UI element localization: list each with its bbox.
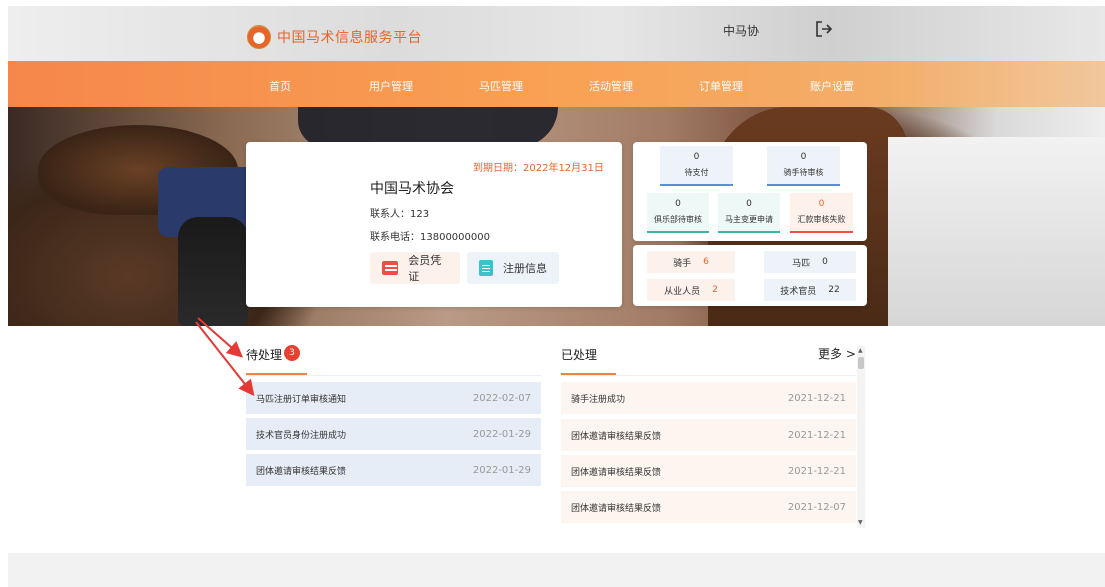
org-name: 中马协 [723,24,760,38]
processed-tab-underline [561,373,616,375]
organization-name: 中国马术协会 [370,181,454,197]
registration-info-button[interactable]: 注册信息 [467,252,559,284]
top-header: 中国马术信息服务平台 中马协 [8,6,1105,61]
scrollbar-thumb[interactable] [858,357,864,369]
item-title: 团体邀请审核结果反馈 [256,466,347,477]
stat-remit-failed[interactable]: 0 汇款审核失败 [790,193,853,233]
list-scrollbar[interactable] [857,346,865,528]
member-certificate-label: 会员凭证 [408,254,442,283]
processed-title[interactable]: 已处理 [561,346,597,363]
item-date: 2022-01-29 [472,464,531,476]
scroll-down-icon[interactable]: ▼ [858,519,863,526]
processed-item[interactable]: 团体邀请审核结果反馈 2021-12-07 [561,491,856,523]
document-icon [479,260,493,276]
count-value: 22 [828,285,840,295]
item-date: 2021-12-21 [787,429,846,441]
item-title: 团体邀请审核结果反馈 [571,503,662,514]
main-nav: 首页 用户管理 马匹管理 活动管理 订单管理 账户设置 [8,61,1105,107]
item-title: 团体邀请审核结果反馈 [571,431,662,442]
counts-panel: 骑手 6 马匹 0 从业人员 2 技术官员 22 [633,245,867,306]
count-label: 马匹 [792,258,811,269]
logout-icon[interactable] [814,19,834,39]
item-date: 2021-12-07 [787,501,846,513]
expiry-date: 到期日期：2022年12月31日 [473,163,604,174]
contact-phone: 联系电话：13800000000 [370,232,490,243]
id-card-icon [382,261,399,275]
nav-account-settings[interactable]: 账户设置 [810,78,854,94]
item-title: 团体邀请审核结果反馈 [571,467,662,478]
item-date: 2021-12-21 [787,465,846,477]
stat-label: 俱乐部待审核 [654,215,702,224]
pending-count-badge: 3 [284,345,300,361]
count-value: 6 [703,257,709,267]
count-horses[interactable]: 马匹 0 [764,251,856,273]
more-link[interactable]: 更多 > [818,345,856,362]
annotation-arrow-to-first-item [195,321,255,397]
count-officials[interactable]: 技术官员 22 [764,279,856,301]
rider-image [298,107,558,147]
count-staff[interactable]: 从业人员 2 [647,279,735,301]
stat-value: 0 [800,152,807,162]
count-label: 骑手 [673,258,692,269]
status-panel: 0 待支付 0 骑手待审核 0 俱乐部待审核 0 马主变更申请 0 汇款审核失败 [633,142,867,241]
background-image [888,137,1105,326]
nav-user-management[interactable]: 用户管理 [369,78,413,94]
pending-tab-underline [246,373,307,375]
pending-item[interactable]: 马匹注册订单审核通知 2022-02-07 [246,382,541,414]
stat-value: 0 [693,152,700,162]
item-date: 2021-12-21 [787,392,846,404]
item-date: 2022-02-07 [472,392,531,404]
processed-divider [561,375,856,376]
stat-label: 骑手待审核 [783,168,824,177]
stat-value: 0 [818,199,825,209]
processed-item[interactable]: 团体邀请审核结果反馈 2021-12-21 [561,419,856,451]
nav-activity-management[interactable]: 活动管理 [589,78,633,94]
stat-label: 马主变更申请 [725,215,773,224]
page-footer [8,553,1105,587]
contact-person: 联系人：123 [370,209,430,220]
stat-pending-payment[interactable]: 0 待支付 [660,146,733,186]
count-value: 2 [712,285,718,295]
rider-boot-image [178,217,248,326]
item-title: 技术官员身份注册成功 [256,430,347,441]
count-label: 技术官员 [780,286,817,297]
stat-label: 汇款审核失败 [797,215,846,224]
stat-value: 0 [746,199,752,209]
stat-rider-review[interactable]: 0 骑手待审核 [767,146,840,186]
nav-home[interactable]: 首页 [269,78,291,94]
count-value: 0 [822,257,828,267]
item-date: 2022-01-29 [472,428,531,440]
registration-info-label: 注册信息 [503,262,547,275]
count-riders[interactable]: 骑手 6 [647,251,735,273]
scroll-up-icon[interactable]: ▲ [858,347,863,354]
count-label: 从业人员 [664,286,701,297]
item-title: 马匹注册订单审核通知 [256,394,347,405]
processed-item[interactable]: 团体邀请审核结果反馈 2021-12-21 [561,455,856,487]
site-logo[interactable]: 中国马术信息服务平台 [247,25,422,49]
pending-item[interactable]: 技术官员身份注册成功 2022-01-29 [246,418,541,450]
item-title: 骑手注册成功 [571,394,626,405]
member-certificate-button[interactable]: 会员凭证 [370,252,460,284]
processed-item[interactable]: 骑手注册成功 2021-12-21 [561,382,856,414]
pending-title[interactable]: 待处理 [246,346,282,363]
stat-club-review[interactable]: 0 俱乐部待审核 [647,193,709,233]
nav-horse-management[interactable]: 马匹管理 [479,78,523,94]
pending-item[interactable]: 团体邀请审核结果反馈 2022-01-29 [246,454,541,486]
stat-owner-change[interactable]: 0 马主变更申请 [718,193,780,233]
horse-logo-icon [247,25,271,49]
stat-label: 待支付 [684,168,709,177]
nav-order-management[interactable]: 订单管理 [699,78,743,94]
stat-value: 0 [675,199,681,209]
site-title: 中国马术信息服务平台 [277,30,422,46]
pending-divider [246,375,541,376]
profile-card: 到期日期：2022年12月31日 中国马术协会 联系人：123 联系电话：138… [246,142,622,307]
